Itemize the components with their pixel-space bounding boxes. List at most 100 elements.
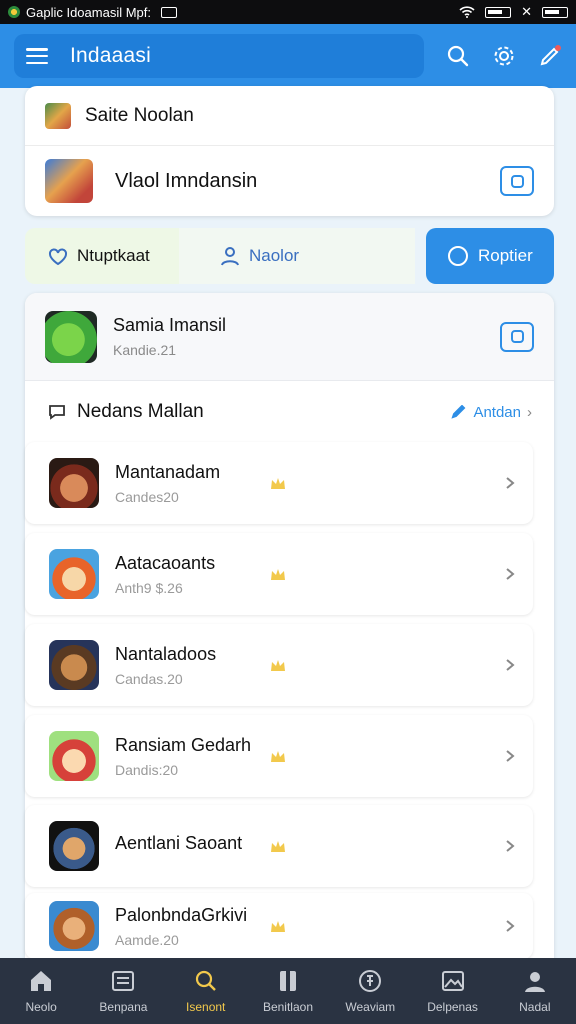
search-icon[interactable]	[446, 44, 470, 68]
game-avatar-icon	[49, 640, 99, 690]
list-item-title: Nantaladoos	[115, 643, 217, 664]
home-icon	[31, 971, 52, 991]
list-item[interactable]: Mantanadam Candes20	[25, 442, 533, 524]
featured-subtitle: Kandie.21	[113, 342, 177, 358]
game-avatar-icon	[49, 458, 99, 508]
chevron-right-icon	[506, 840, 515, 852]
status-bar: Gaplic Idoamasil Mpf: ✕	[0, 0, 576, 24]
chevron-right-icon	[506, 659, 515, 671]
chat-icon	[49, 405, 65, 420]
list-item-subtitle: Candes20	[115, 488, 179, 505]
game-thumbnail-icon	[45, 310, 97, 363]
app-bar: Indaaasi	[0, 24, 576, 88]
nav-item-home[interactable]: Neolo	[0, 958, 82, 1024]
top-card-row[interactable]: Saite Noolan	[25, 86, 554, 146]
game-thumbnail-icon	[45, 159, 93, 203]
list-item-subtitle: Candas.20	[115, 670, 183, 687]
list-item-title: Aentlani Saoant	[115, 832, 243, 853]
gear-icon[interactable]	[492, 44, 516, 68]
tab-bar: Ntuptkaat Naolor Roptier	[25, 228, 554, 284]
crown-icon	[271, 921, 285, 932]
chevron-right-icon: ›	[527, 403, 532, 421]
top-card-row-2[interactable]: Vlaol Imndansin	[25, 146, 554, 216]
open-button[interactable]	[500, 321, 534, 352]
nav-item-coin[interactable]: Weaviam	[329, 958, 411, 1024]
crown-icon	[271, 569, 285, 580]
crown-icon	[271, 751, 285, 762]
list-item-subtitle: Aamde.20	[115, 931, 179, 948]
list-item-title: Ransiam Gedarh	[115, 734, 252, 755]
nav-item-list[interactable]: Benpana	[82, 958, 164, 1024]
title-box: Indaaasi	[14, 34, 424, 78]
list-item[interactable]: Ransiam Gedarh Dandis:20	[25, 715, 533, 797]
list-item[interactable]: PalonbndaGrkivi Aamde.20	[25, 893, 533, 959]
status-app-name: Gaplic Idoamasil Mpf:	[26, 4, 151, 20]
person-icon	[524, 972, 545, 992]
game-avatar-icon	[49, 901, 99, 951]
list-icon	[112, 971, 135, 991]
nav-label: Isenont	[186, 1000, 226, 1014]
crown-icon	[271, 841, 285, 852]
nav-item-profile[interactable]: Nadal	[494, 958, 576, 1024]
nav-label: Weaviam	[345, 1000, 396, 1014]
top-card-row-2-label: Vlaol Imndansin	[115, 169, 258, 192]
game-avatar-icon	[49, 731, 99, 781]
battery-icon	[485, 6, 512, 18]
list-item-title: Mantanadam	[115, 461, 221, 482]
chevron-right-icon	[506, 920, 515, 932]
tab-2[interactable]: Naolor	[179, 228, 415, 284]
edit-icon	[451, 405, 466, 419]
heart-icon	[49, 248, 67, 266]
game-avatar-icon	[49, 549, 99, 599]
image-icon	[161, 6, 177, 18]
crown-icon	[271, 478, 285, 489]
list-item[interactable]: Nantaladoos Candas.20	[25, 624, 533, 706]
tab-label: Ntuptkaat	[77, 246, 150, 265]
close-icon: ✕	[521, 4, 532, 19]
list-item-title: Aatacaoants	[115, 552, 216, 573]
nav-item-search[interactable]: Isenont	[165, 958, 247, 1024]
wifi-icon	[459, 6, 475, 18]
app-logo-icon	[8, 6, 20, 18]
game-avatar-icon	[49, 821, 99, 871]
section-header: Nedans Mallan Antdan ›	[25, 381, 554, 443]
section-title: Nedans Mallan	[77, 401, 204, 422]
nav-item-book[interactable]: Benitlaon	[247, 958, 329, 1024]
list-item-subtitle: Anth9 $.26	[115, 579, 183, 596]
list-item-subtitle: Dandis:20	[115, 761, 179, 778]
app-title: Indaaasi	[70, 44, 151, 67]
chevron-right-icon	[506, 568, 515, 580]
search-icon	[195, 970, 216, 991]
list-item[interactable]: Aatacaoants Anth9 $.26	[25, 533, 533, 615]
image-icon	[441, 971, 464, 991]
menu-icon[interactable]	[26, 48, 48, 64]
top-card: Saite Noolan Vlaol Imndansin	[25, 86, 554, 216]
nav-label: Delpenas	[427, 1000, 478, 1014]
list-item[interactable]: Aentlani Saoant	[25, 805, 533, 887]
edit-icon[interactable]	[538, 44, 562, 68]
game-thumbnail-icon	[45, 102, 71, 129]
chevron-right-icon	[506, 477, 515, 489]
top-card-row-label: Saite Noolan	[85, 104, 194, 126]
nav-item-image[interactable]: Delpenas	[411, 958, 493, 1024]
tab-3[interactable]: Roptier	[426, 228, 554, 284]
book-icon	[279, 971, 296, 991]
circle-icon	[448, 246, 468, 266]
nav-label: Benpana	[99, 1000, 148, 1014]
open-button[interactable]	[500, 166, 534, 196]
nav-label: Benitlaon	[262, 1000, 313, 1014]
chevron-right-icon	[506, 750, 515, 762]
battery-icon-2	[542, 6, 568, 18]
section-link[interactable]: Antdan ›	[451, 404, 532, 421]
section-link-label: Antdan	[473, 403, 521, 421]
featured-title: Samia Imansil	[113, 315, 227, 335]
user-icon	[221, 247, 239, 266]
coin-icon	[359, 970, 382, 992]
crown-icon	[271, 660, 285, 671]
list-item-title: PalonbndaGrkivi	[115, 904, 248, 925]
featured-item[interactable]: Samia Imansil Kandie.21	[25, 293, 554, 381]
bottom-nav: Neolo Benpana Isenont Benitlaon Weaviam …	[0, 958, 576, 1024]
nav-label: Neolo	[25, 1000, 57, 1014]
tab-1[interactable]: Ntuptkaat	[25, 228, 179, 284]
nav-label: Nadal	[519, 1000, 551, 1014]
